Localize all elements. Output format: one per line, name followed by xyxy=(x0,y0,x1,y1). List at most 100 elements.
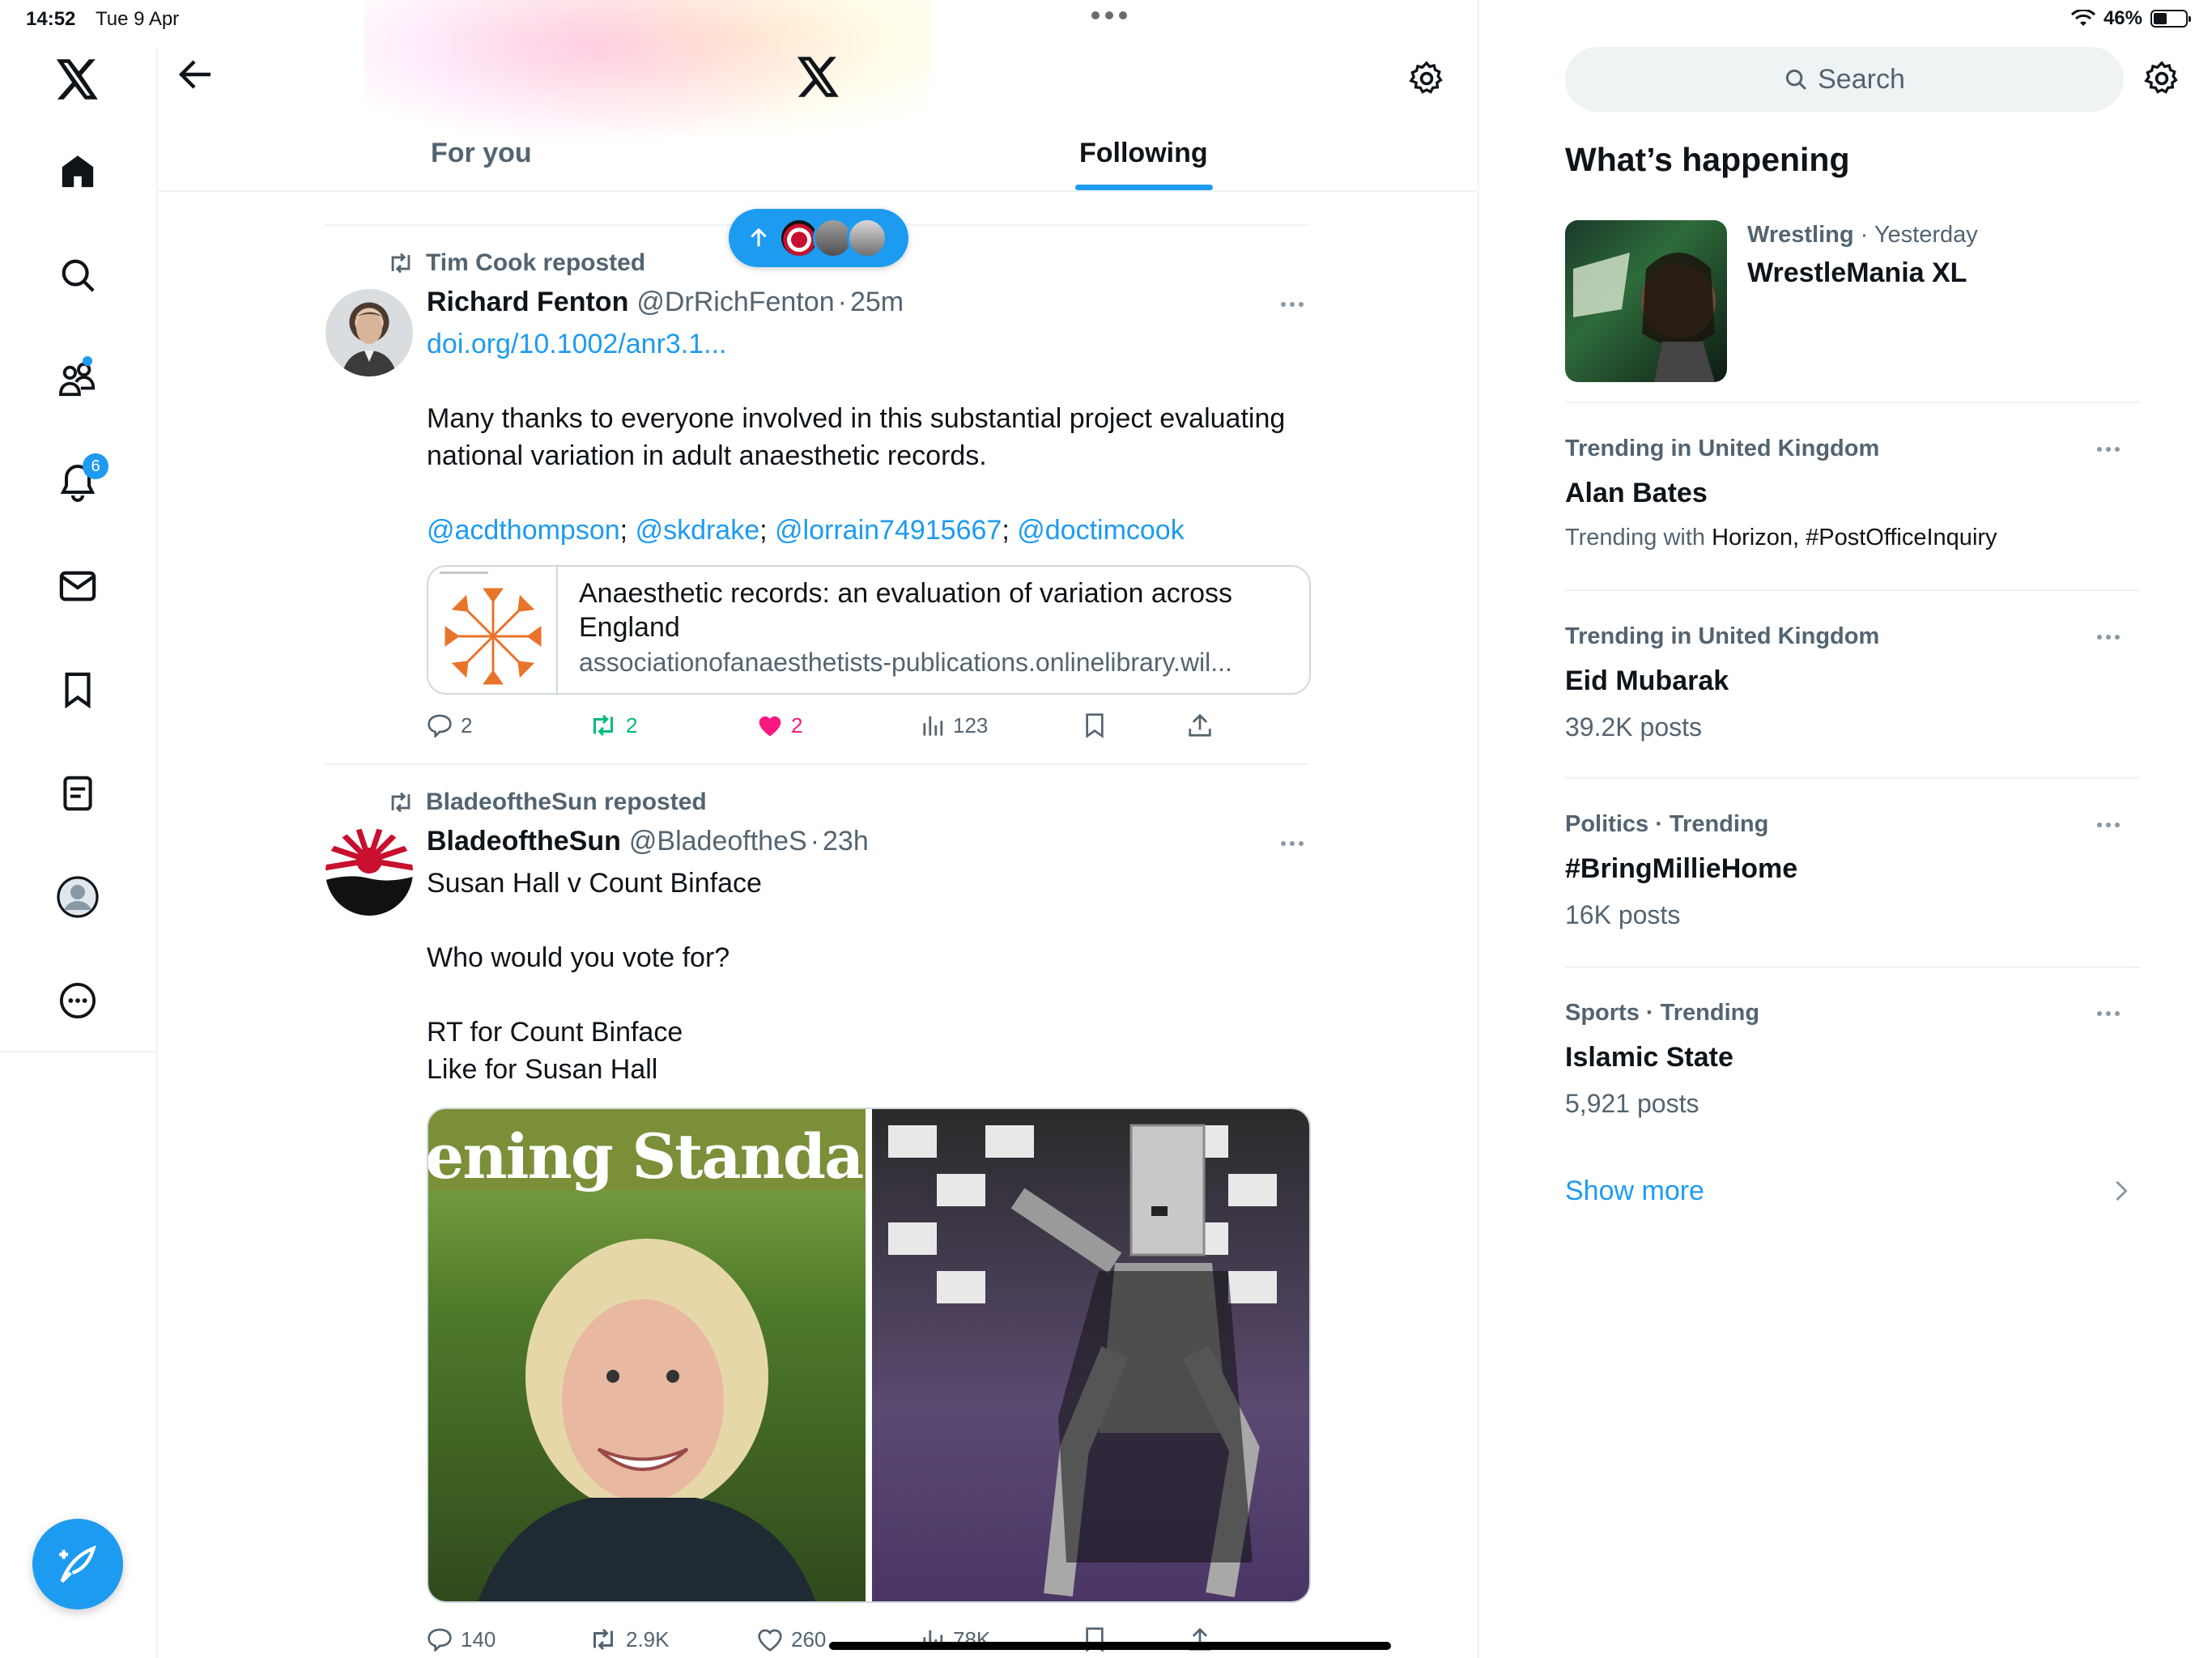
card-domain: associationofanaesthetists-publications.… xyxy=(579,648,1232,677)
tweet-actions: 140 2.9K 260 78K xyxy=(427,1623,1311,1656)
chevron-right-icon xyxy=(2115,1180,2128,1201)
repost-icon xyxy=(391,792,410,813)
trend-category: Politics · Trending xyxy=(1565,811,1769,837)
tweet-more-button[interactable] xyxy=(1281,302,1304,307)
trend-name[interactable]: Eid Mubarak xyxy=(1565,665,1729,697)
gear-icon xyxy=(1409,61,1443,94)
tweet-text: Susan Hall v Count Binface Who would you… xyxy=(427,868,762,1085)
repost-button[interactable]: 2.9K xyxy=(589,1627,670,1652)
tweet-time[interactable]: 25m xyxy=(850,287,904,318)
avatar[interactable] xyxy=(325,828,413,916)
mention-link[interactable]: @doctimcook xyxy=(1017,515,1184,546)
timeline-settings-button[interactable] xyxy=(1409,61,1444,96)
tweet-media[interactable]: ening Standa xyxy=(427,1107,1311,1603)
mention-link[interactable]: @acdthompson xyxy=(427,515,620,546)
home-icon[interactable] xyxy=(49,142,107,201)
wifi-icon xyxy=(2070,10,2095,26)
previous-tweet-actions xyxy=(427,191,1311,199)
trend-category: Trending in United Kingdom xyxy=(1565,436,1880,461)
repost-button[interactable]: 2 xyxy=(589,713,637,738)
compose-button[interactable] xyxy=(32,1519,123,1609)
x-header-logo-icon[interactable] xyxy=(797,57,840,97)
mention-link[interactable]: @skdrake xyxy=(636,515,760,546)
bookmark-icon xyxy=(1086,713,1104,738)
trend-name[interactable]: Alan Bates xyxy=(1565,478,1708,509)
reply-button[interactable]: 140 xyxy=(427,1627,496,1652)
tweet-mentions: @acdthompson; @skdrake; @lorrain74915667… xyxy=(427,515,1185,546)
repost-indicator: Tim Cook reposted xyxy=(387,249,645,277)
trend-more-button[interactable] xyxy=(2097,1011,2120,1016)
show-more-link[interactable]: Show more xyxy=(1565,1175,1704,1207)
messages-icon[interactable] xyxy=(49,557,107,615)
new-posts-pill[interactable] xyxy=(729,209,908,267)
author-handle[interactable]: @BladeoftheS xyxy=(629,826,807,857)
search-placeholder: Search xyxy=(1818,63,1905,95)
more-icon[interactable] xyxy=(49,971,107,1030)
share-icon xyxy=(1189,713,1211,737)
trend-posts: 39.2K posts xyxy=(1565,712,1702,742)
repost-icon xyxy=(593,714,613,737)
communities-dot xyxy=(83,356,92,366)
trend-category: Sports · Trending xyxy=(1565,1000,1760,1026)
search-input[interactable]: Search xyxy=(1565,47,2124,112)
like-button[interactable]: 2 xyxy=(757,713,802,738)
reply-icon xyxy=(428,1628,452,1652)
back-button[interactable] xyxy=(178,58,214,91)
profile-icon[interactable] xyxy=(49,868,107,926)
trend-name[interactable]: Islamic State xyxy=(1565,1042,1733,1073)
share-button[interactable] xyxy=(1188,713,1212,738)
author-handle[interactable]: @DrRichFenton xyxy=(636,287,834,318)
trend-category: Trending in United Kingdom xyxy=(1565,623,1880,649)
tweet-text: Many thanks to everyone involved in this… xyxy=(427,403,1286,471)
tab-for-you[interactable]: For you xyxy=(431,138,532,169)
card-thumbnail xyxy=(428,567,558,693)
tweet-time[interactable]: 23h xyxy=(823,826,869,857)
bookmark-button[interactable] xyxy=(1084,712,1105,738)
search-icon xyxy=(1786,69,1807,90)
media-image-right[interactable] xyxy=(872,1109,1309,1601)
trend-more-button[interactable] xyxy=(2097,635,2120,640)
trend-more-button[interactable] xyxy=(2097,823,2120,827)
views-chart-icon xyxy=(923,716,943,736)
battery-percent: 46% xyxy=(2103,7,2142,29)
heart-icon xyxy=(758,1629,782,1652)
author-name[interactable]: BladeoftheSun xyxy=(427,826,621,857)
tab-following[interactable]: Following xyxy=(1079,138,1208,169)
trend-posts: 5,921 posts xyxy=(1565,1089,1699,1118)
trend-name[interactable]: #BringMillieHome xyxy=(1565,853,1797,885)
compose-feather-icon xyxy=(59,1545,96,1584)
tweet-actions: 2 2 2 123 xyxy=(427,709,1311,742)
x-logo-icon[interactable] xyxy=(49,50,107,108)
trend-more-button[interactable] xyxy=(2097,447,2120,452)
reply-button[interactable]: 2 xyxy=(427,713,472,738)
notifications-icon[interactable]: 6 xyxy=(49,453,108,512)
communities-icon[interactable] xyxy=(49,350,107,408)
author-name[interactable]: Richard Fenton xyxy=(427,287,628,318)
tweet-author-line: BladeoftheSun @BladeoftheS · 23h xyxy=(427,826,869,857)
link-card[interactable]: Anaesthetic records: an evaluation of va… xyxy=(427,565,1311,695)
tweet-link[interactable]: doi.org/10.1002/anr3.1... xyxy=(427,325,727,363)
featured-trend-image[interactable] xyxy=(1565,220,1727,382)
gear-icon xyxy=(2144,61,2178,94)
search-icon[interactable] xyxy=(49,246,107,304)
arrow-up-icon xyxy=(751,228,767,247)
repost-icon xyxy=(593,1628,613,1651)
reply-icon xyxy=(428,714,452,738)
avatar xyxy=(847,218,887,258)
tweet-more-button[interactable] xyxy=(1281,841,1304,846)
home-indicator[interactable] xyxy=(829,1642,1391,1650)
explore-settings-button[interactable] xyxy=(2144,61,2180,96)
bookmarks-icon[interactable] xyxy=(49,661,107,719)
like-button[interactable]: 260 xyxy=(757,1627,826,1652)
multitasking-icon[interactable] xyxy=(1091,11,1127,19)
heart-filled-icon xyxy=(759,716,781,737)
lists-icon[interactable] xyxy=(49,764,107,823)
avatar[interactable] xyxy=(325,289,413,376)
repost-indicator: BladeoftheSun reposted xyxy=(387,789,707,816)
mention-link[interactable]: @lorrain74915667 xyxy=(775,515,1002,546)
views-button[interactable]: 123 xyxy=(922,713,988,738)
trend-with: Trending with Horizon, #PostOfficeInquir… xyxy=(1565,525,1997,551)
featured-trend-name[interactable]: WrestleMania XL xyxy=(1747,257,1967,289)
media-image-left[interactable]: ening Standa xyxy=(428,1109,866,1601)
tweet-author-line: Richard Fenton @DrRichFenton · 25m xyxy=(427,287,904,318)
